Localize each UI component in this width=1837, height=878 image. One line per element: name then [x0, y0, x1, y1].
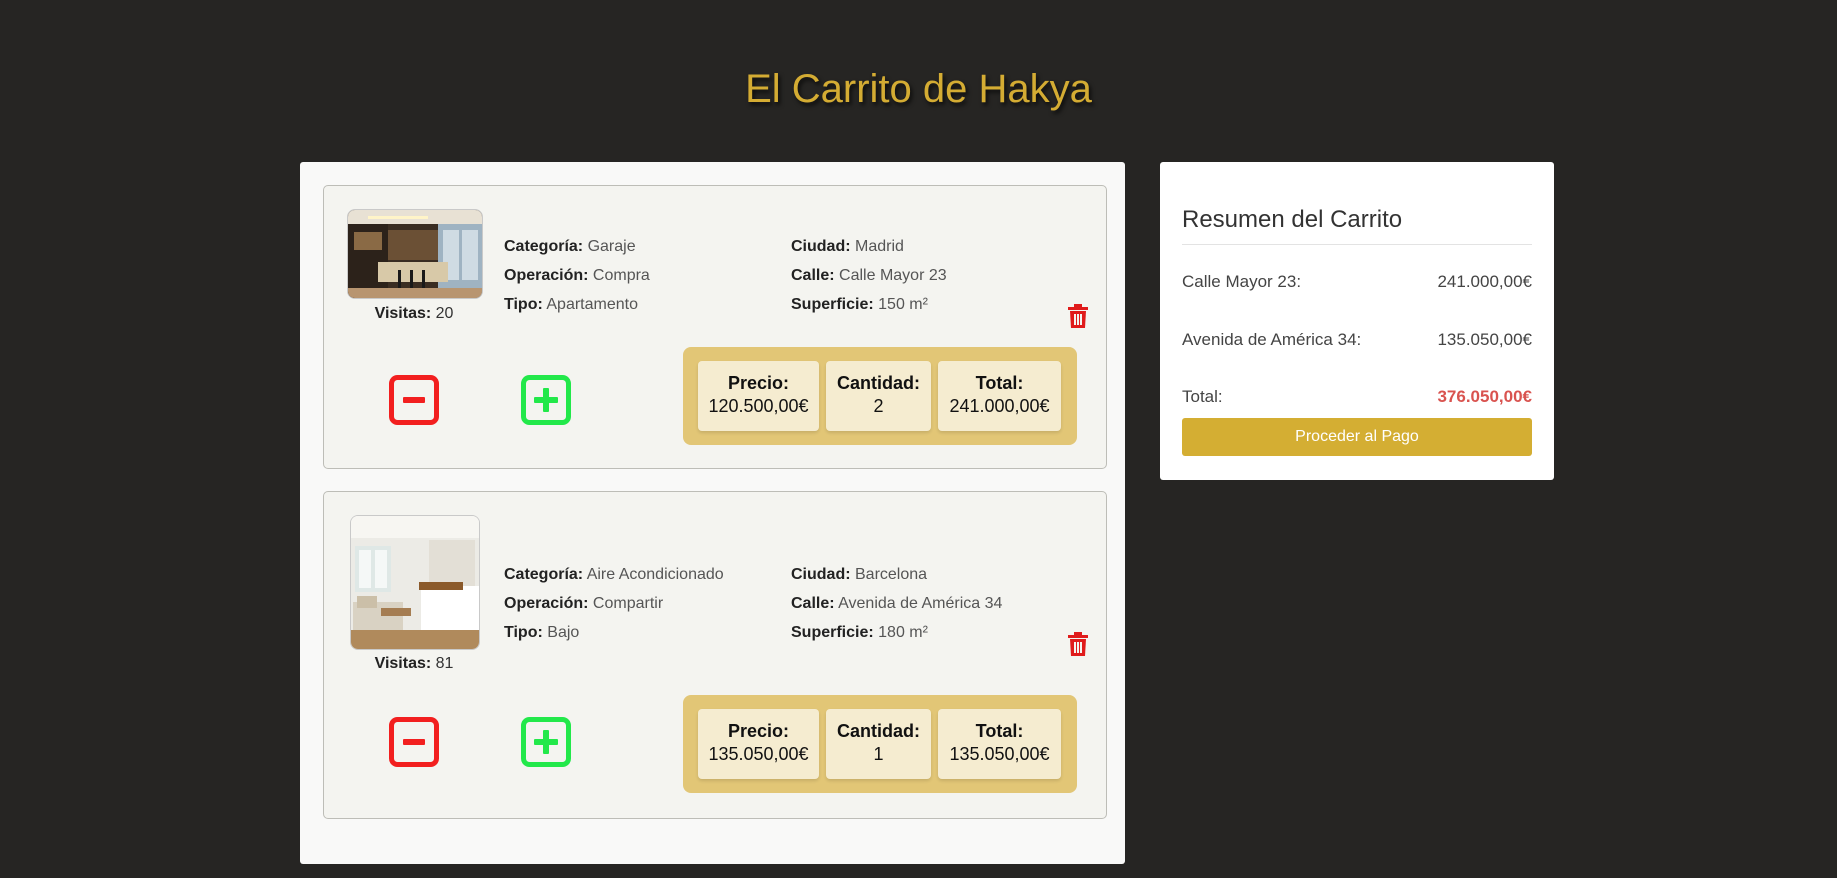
price-summary-box: Precio: 135.050,00€ Cantidad: 1 Total: 1… [683, 695, 1077, 793]
type-info: Tipo: Bajo [504, 624, 580, 641]
plus-square-icon[interactable] [521, 717, 571, 767]
price-cell: Precio: 120.500,00€ [698, 361, 819, 431]
summary-total-label: Total: [1182, 387, 1223, 406]
price-value: 135.050,00€ [708, 744, 809, 764]
summary-line-amount: 241.000,00€ [1437, 272, 1532, 291]
visits-count: Visitas: 81 [374, 655, 454, 672]
total-value: 135.050,00€ [949, 744, 1050, 764]
cart-item: Visitas: 20 Categoría: Garaje Operación:… [323, 185, 1107, 469]
quantity-cell: Cantidad: 2 [826, 361, 931, 431]
minus-square-icon[interactable] [389, 375, 439, 425]
price-value: 120.500,00€ [708, 396, 809, 416]
quantity-value: 1 [873, 744, 884, 764]
summary-line-amount: 135.050,00€ [1437, 330, 1532, 349]
operation-info: Operación: Compartir [504, 595, 664, 612]
city-info: Ciudad: Barcelona [791, 566, 928, 583]
surface-info: Superficie: 180 m² [791, 624, 928, 641]
quantity-value: 2 [873, 396, 884, 416]
cart-panel: Visitas: 20 Categoría: Garaje Operación:… [300, 162, 1125, 864]
page-title: El Carrito de Hakya [745, 67, 1092, 111]
street-info: Calle: Calle Mayor 23 [791, 267, 947, 284]
surface-info: Superficie: 150 m² [791, 296, 928, 313]
price-cell: Precio: 135.050,00€ [698, 709, 819, 779]
quantity-cell: Cantidad: 1 [826, 709, 931, 779]
cart-summary-panel: Resumen del Carrito Calle Mayor 23: 241.… [1160, 162, 1554, 480]
trash-icon[interactable] [1067, 632, 1089, 656]
summary-title: Resumen del Carrito [1182, 206, 1403, 233]
proceed-to-payment-button[interactable]: Proceder al Pago [1182, 418, 1532, 456]
visits-count: Visitas: 20 [374, 305, 454, 322]
trash-icon[interactable] [1067, 304, 1089, 328]
property-image[interactable] [350, 515, 480, 650]
category-info: Categoría: Garaje [504, 238, 636, 255]
total-cell: Total: 135.050,00€ [938, 709, 1061, 779]
category-info: Categoría: Aire Acondicionado [504, 566, 724, 583]
plus-square-icon[interactable] [521, 375, 571, 425]
property-image[interactable] [347, 209, 483, 299]
cart-item: Visitas: 81 Categoría: Aire Acondicionad… [323, 491, 1107, 819]
summary-line-label: Calle Mayor 23: [1182, 272, 1302, 291]
operation-info: Operación: Compra [504, 267, 650, 284]
type-info: Tipo: Apartamento [504, 296, 638, 313]
summary-total-amount: 376.050,00€ [1437, 387, 1532, 406]
price-summary-box: Precio: 120.500,00€ Cantidad: 2 Total: 2… [683, 347, 1077, 445]
total-value: 241.000,00€ [949, 396, 1050, 416]
total-cell: Total: 241.000,00€ [938, 361, 1061, 431]
minus-square-icon[interactable] [389, 717, 439, 767]
city-info: Ciudad: Madrid [791, 238, 904, 255]
summary-divider [1182, 244, 1532, 245]
summary-line-label: Avenida de América 34: [1182, 330, 1362, 349]
street-info: Calle: Avenida de América 34 [791, 595, 1003, 612]
